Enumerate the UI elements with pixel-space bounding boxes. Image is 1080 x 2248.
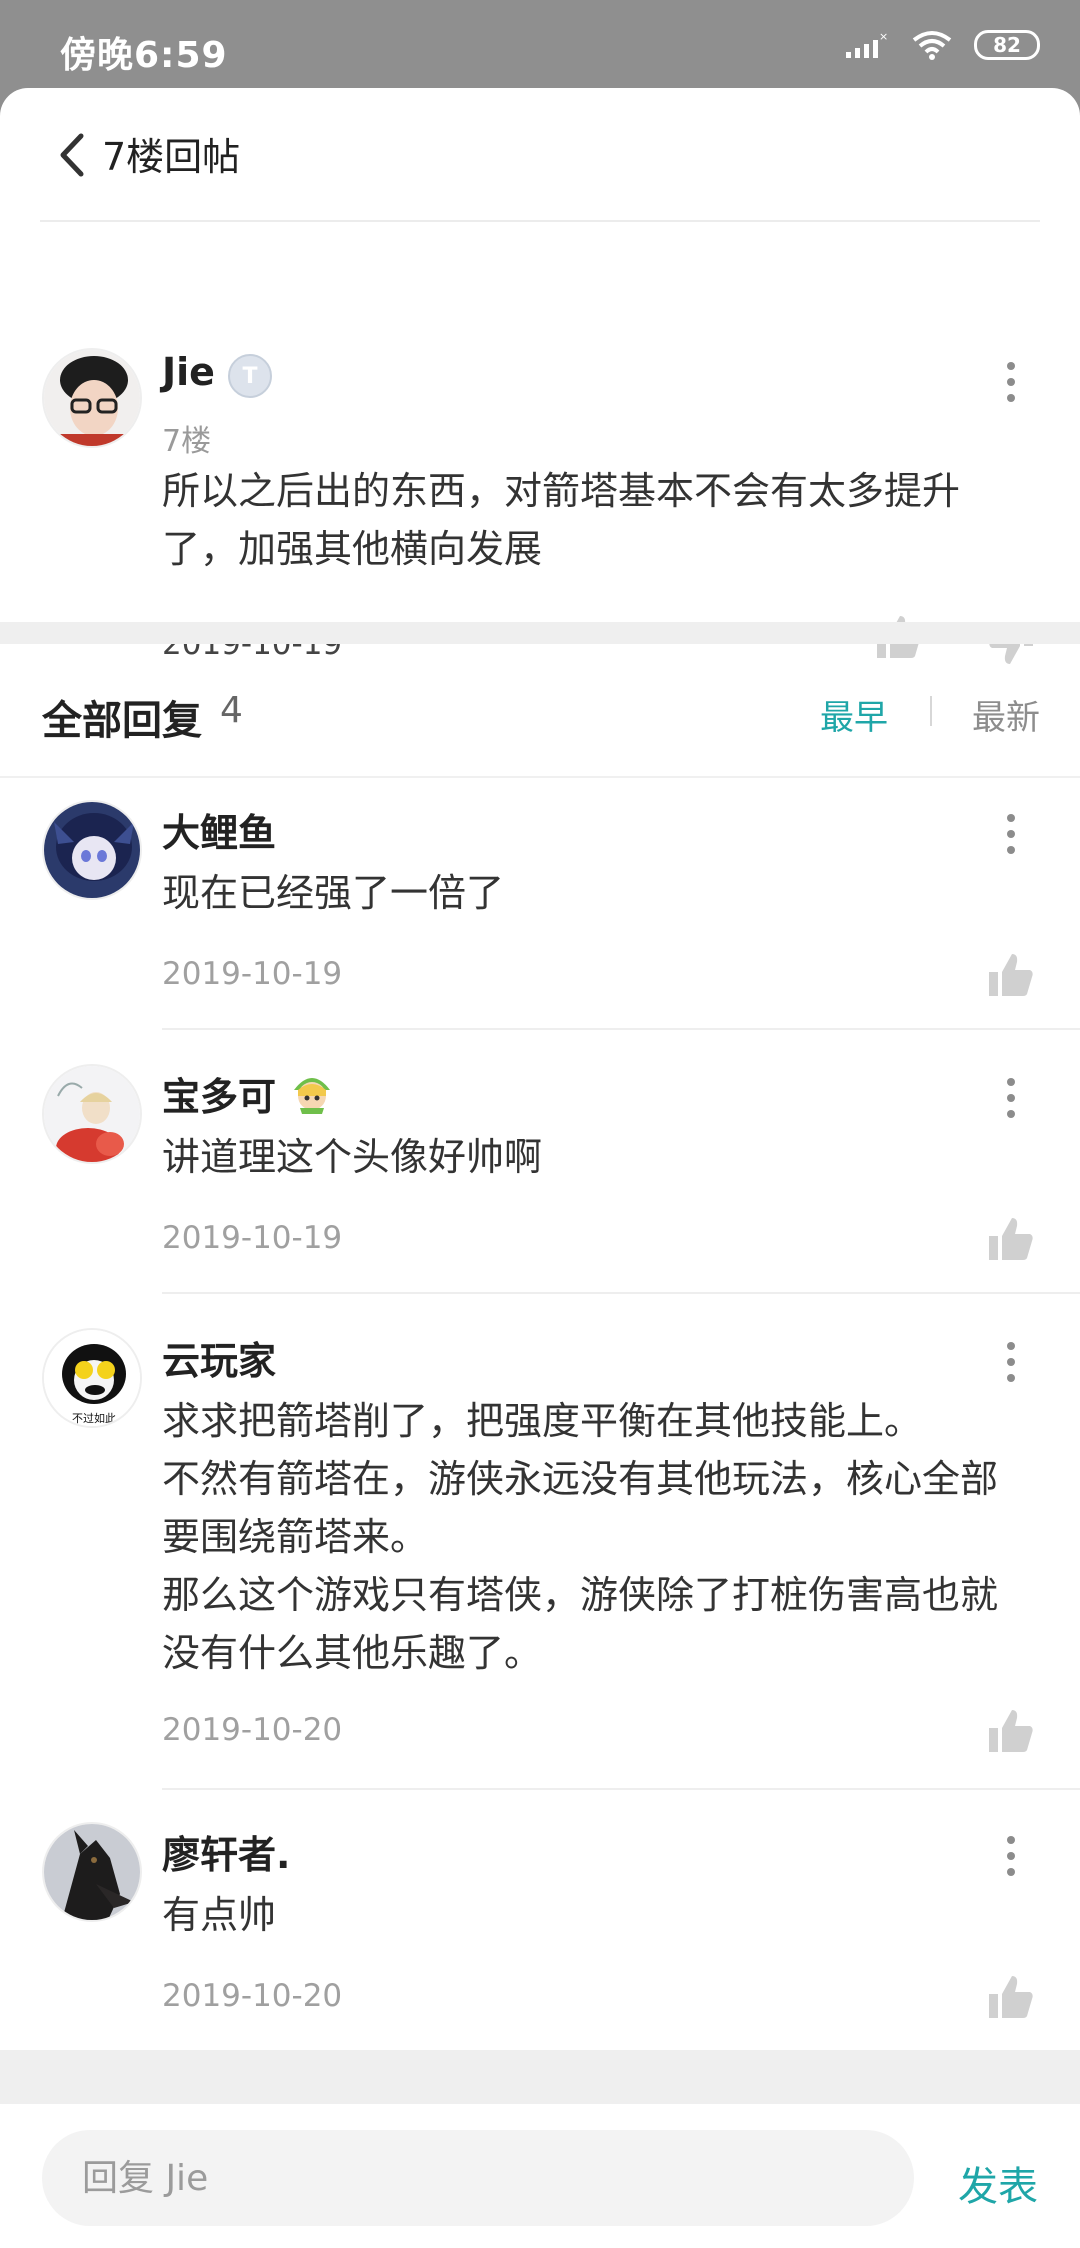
reply-author[interactable]: 大鲤鱼: [162, 802, 276, 857]
avatar-caption: 不过如此: [72, 1411, 116, 1425]
author-name[interactable]: Jie: [162, 350, 215, 394]
avatar[interactable]: [42, 1822, 142, 1922]
replies-count: 4: [220, 690, 243, 731]
avatar-image: [44, 350, 140, 446]
reply-content-line: 现在已经强了一倍了: [162, 871, 505, 915]
reply-divider: [162, 1028, 1080, 1030]
reply-composer: 发表: [0, 2104, 1080, 2248]
reply-date: 2019-10-20: [162, 1978, 343, 2014]
post-content-line: 所以之后出的东西，对箭塔基本不会有太多提升: [162, 469, 961, 513]
reply-author[interactable]: 云玩家: [162, 1330, 276, 1385]
replies-header: 全部回复 4 最早 最新: [0, 644, 1080, 778]
post-content-line: 了，加强其他横向发展: [162, 527, 543, 571]
replies-title: 全部回复: [42, 698, 202, 744]
more-options-button[interactable]: [996, 1826, 1026, 1886]
like-icon[interactable]: [986, 1706, 1036, 1756]
status-time: 傍晚6:59: [60, 35, 228, 76]
status-bar: 傍晚6:59 × 82: [0, 0, 1080, 92]
character-badge-icon: [294, 1078, 330, 1114]
back-button[interactable]: [50, 130, 94, 180]
signal-icon: ×: [846, 30, 888, 58]
reply-content: 有点帅: [162, 1886, 1042, 1944]
avatar-image: [44, 1066, 140, 1162]
reply-content: 讲道理这个头像好帅啊: [162, 1128, 1042, 1186]
post-content: 所以之后出的东西，对箭塔基本不会有太多提升 了，加强其他横向发展: [162, 462, 1042, 578]
reply-author[interactable]: 宝多可: [162, 1066, 276, 1121]
like-icon[interactable]: [986, 1214, 1036, 1264]
sort-earliest-tab[interactable]: 最早: [820, 690, 888, 739]
reply-author[interactable]: 廖轩者.: [162, 1824, 290, 1879]
more-options-button[interactable]: [996, 1068, 1026, 1128]
section-gap: [0, 622, 1080, 644]
sort-latest-tab[interactable]: 最新: [972, 690, 1040, 739]
more-options-button[interactable]: [996, 804, 1026, 864]
floor-label: 7楼: [162, 424, 212, 459]
reply-date: 2019-10-19: [162, 956, 343, 992]
more-options-button[interactable]: [996, 352, 1026, 412]
reply-content-line: 有点帅: [162, 1893, 277, 1937]
original-post: Jie T 7楼 所以之后出的东西，对箭塔基本不会有太多提升 了，加强其他横向发…: [0, 222, 1080, 664]
avatar-image: [44, 802, 140, 898]
reply-divider: [162, 1788, 1080, 1790]
status-icons: × 82: [846, 30, 1040, 60]
svg-text:×: ×: [879, 30, 888, 43]
wifi-icon: [912, 31, 952, 60]
avatar[interactable]: [42, 800, 142, 900]
more-options-button[interactable]: [996, 1332, 1026, 1392]
reply-date: 2019-10-19: [162, 1220, 343, 1256]
reply-content-line: 要围绕箭塔来。: [162, 1515, 429, 1559]
reply-date: 2019-10-20: [162, 1712, 343, 1748]
page-title: 7楼回帖: [102, 135, 241, 179]
reply-content: 求求把箭塔削了，把强度平衡在其他技能上。 不然有箭塔在，游侠永远没有其他玩法，核…: [162, 1392, 1042, 1682]
reply-content-line: 讲道理这个头像好帅啊: [162, 1135, 543, 1179]
level-badge: T: [228, 354, 272, 398]
sheet-header: 7楼回帖: [0, 88, 1080, 222]
send-button[interactable]: 发表: [958, 2154, 1038, 2212]
reply-input[interactable]: [42, 2130, 914, 2226]
avatar-image: 不过如此: [44, 1330, 140, 1426]
chevron-left-icon: [60, 133, 84, 177]
reply-content: 现在已经强了一倍了: [162, 864, 1042, 922]
reply-content-line: 没有什么其他乐趣了。: [162, 1631, 543, 1675]
like-icon[interactable]: [986, 1972, 1036, 2022]
avatar[interactable]: [42, 1064, 142, 1164]
reply-content-line: 求求把箭塔削了，把强度平衡在其他技能上。: [162, 1399, 923, 1443]
reply-content-line: 不然有箭塔在，游侠永远没有其他玩法，核心全部: [162, 1457, 999, 1501]
avatar[interactable]: [42, 348, 142, 448]
avatar[interactable]: 不过如此: [42, 1328, 142, 1428]
sort-separator: [930, 696, 932, 726]
like-icon[interactable]: [986, 950, 1036, 1000]
reply-content-line: 那么这个游戏只有塔侠，游侠除了打桩伤害高也就: [162, 1573, 999, 1617]
avatar-image: [44, 1824, 140, 1920]
battery-icon: 82: [974, 30, 1040, 60]
reply-divider: [162, 1292, 1080, 1294]
list-footer: [0, 2050, 1080, 2110]
reply-sheet: 7楼回帖 Jie T 7楼 所以之后出的东西，对箭塔基本不会有太多提升 了，加强…: [0, 88, 1080, 2248]
